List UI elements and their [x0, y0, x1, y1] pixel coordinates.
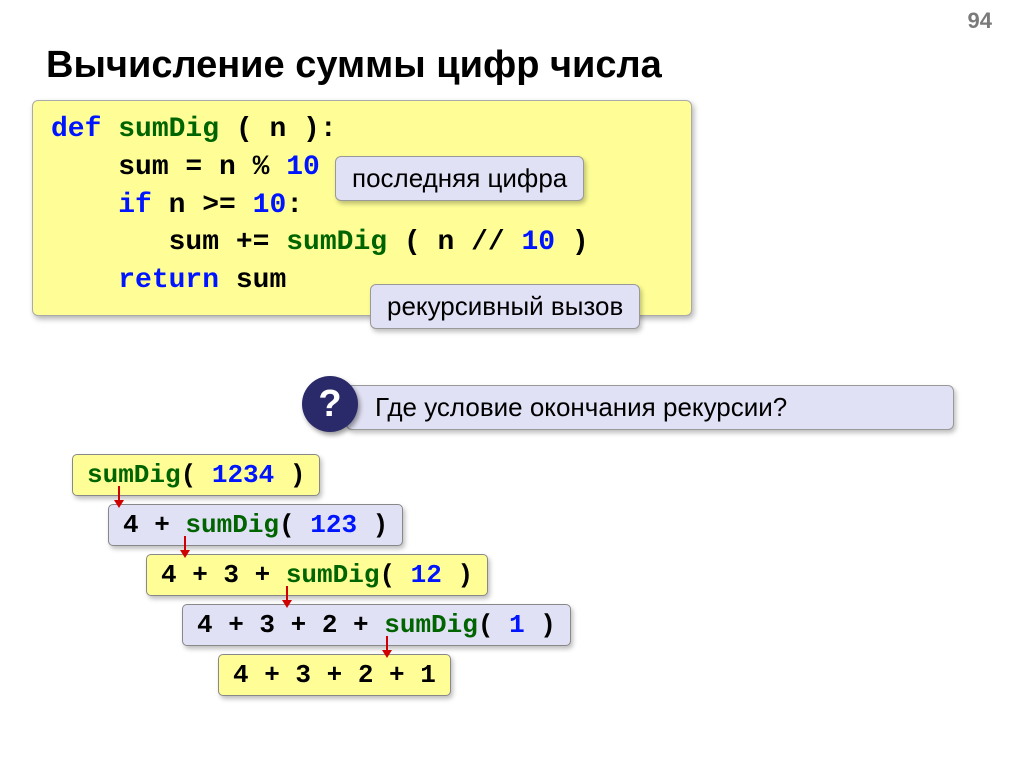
rec-step-3: 4 + 3 + sumDig( 12 ): [146, 554, 488, 596]
rec-step-1: sumDig( 1234 ): [72, 454, 320, 496]
rec1-rp: ): [274, 460, 305, 490]
rec-step-2: 4 + sumDig( 123 ): [108, 504, 403, 546]
rec2-pre: 4 +: [123, 510, 185, 540]
rec3-fn: sumDig: [286, 560, 380, 590]
question-callout: Где условие окончания рекурсии?: [346, 385, 954, 430]
code-l2-n: 10: [286, 152, 320, 183]
page-number: 94: [968, 8, 992, 34]
code-l4-fn: sumDig: [286, 227, 404, 258]
rec3-n: 12: [411, 560, 442, 590]
code-l3-post: :: [286, 190, 303, 221]
kw-return: return: [51, 265, 219, 296]
code-l4-args: ( n //: [404, 227, 522, 258]
arrow-icon: [386, 636, 388, 656]
fn-name: sumDig: [101, 114, 235, 145]
rec2-lp: (: [279, 510, 310, 540]
rec3-pre: 4 + 3 +: [161, 560, 286, 590]
slide-title: Вычисление суммы цифр числа: [46, 44, 662, 87]
code-args: ( n ):: [236, 114, 337, 145]
rec4-pre: 4 + 3 + 2 +: [197, 610, 384, 640]
rec2-fn: sumDig: [185, 510, 279, 540]
rec2-n: 123: [310, 510, 357, 540]
rec3-rp: ): [442, 560, 473, 590]
rec-step-4: 4 + 3 + 2 + sumDig( 1 ): [182, 604, 571, 646]
code-l3-mid: n >=: [152, 190, 253, 221]
rec4-lp: (: [478, 610, 509, 640]
rec-step-5: 4 + 3 + 2 + 1: [218, 654, 451, 696]
rec4-rp: ): [525, 610, 556, 640]
rec2-rp: ): [357, 510, 388, 540]
rec1-fn: sumDig: [87, 460, 181, 490]
rec4-n: 1: [509, 610, 525, 640]
code-l4-post: ): [555, 227, 589, 258]
callout-recursive-call: рекурсивный вызов: [370, 284, 640, 329]
rec4-fn: sumDig: [384, 610, 478, 640]
rec1-lp: (: [181, 460, 212, 490]
callout-last-digit: последняя цифра: [335, 156, 584, 201]
question-mark-icon: ?: [302, 376, 358, 432]
arrow-icon: [286, 586, 288, 606]
code-l4-n: 10: [522, 227, 556, 258]
arrow-icon: [118, 486, 120, 506]
rec3-lp: (: [379, 560, 410, 590]
arrow-icon: [184, 536, 186, 556]
code-l2-pre: sum = n %: [51, 152, 286, 183]
rec1-n: 1234: [212, 460, 274, 490]
code-l5-post: sum: [219, 265, 286, 296]
kw-def: def: [51, 114, 101, 145]
code-l3-n: 10: [253, 190, 287, 221]
kw-if: if: [51, 190, 152, 221]
code-l4-pre: sum +=: [51, 227, 286, 258]
